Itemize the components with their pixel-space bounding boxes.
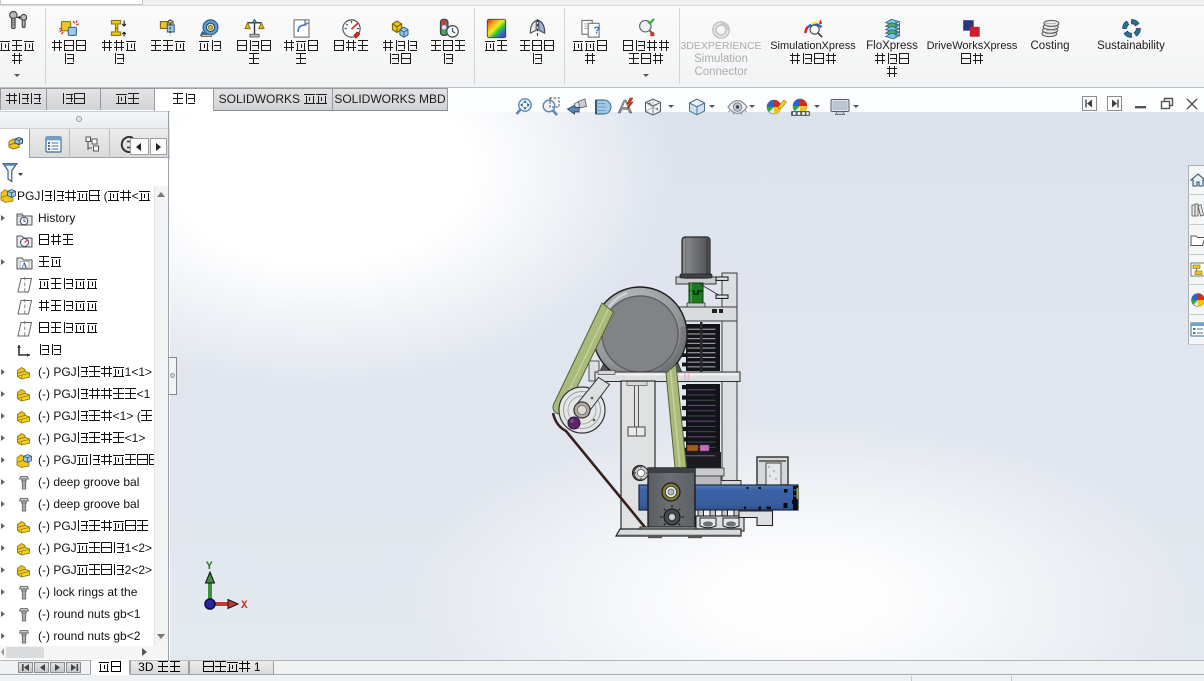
svg-text:?: ? xyxy=(593,26,599,37)
svg-text:Y: Y xyxy=(206,561,213,573)
svg-text:X: X xyxy=(241,600,248,612)
svg-text:A: A xyxy=(22,261,28,270)
